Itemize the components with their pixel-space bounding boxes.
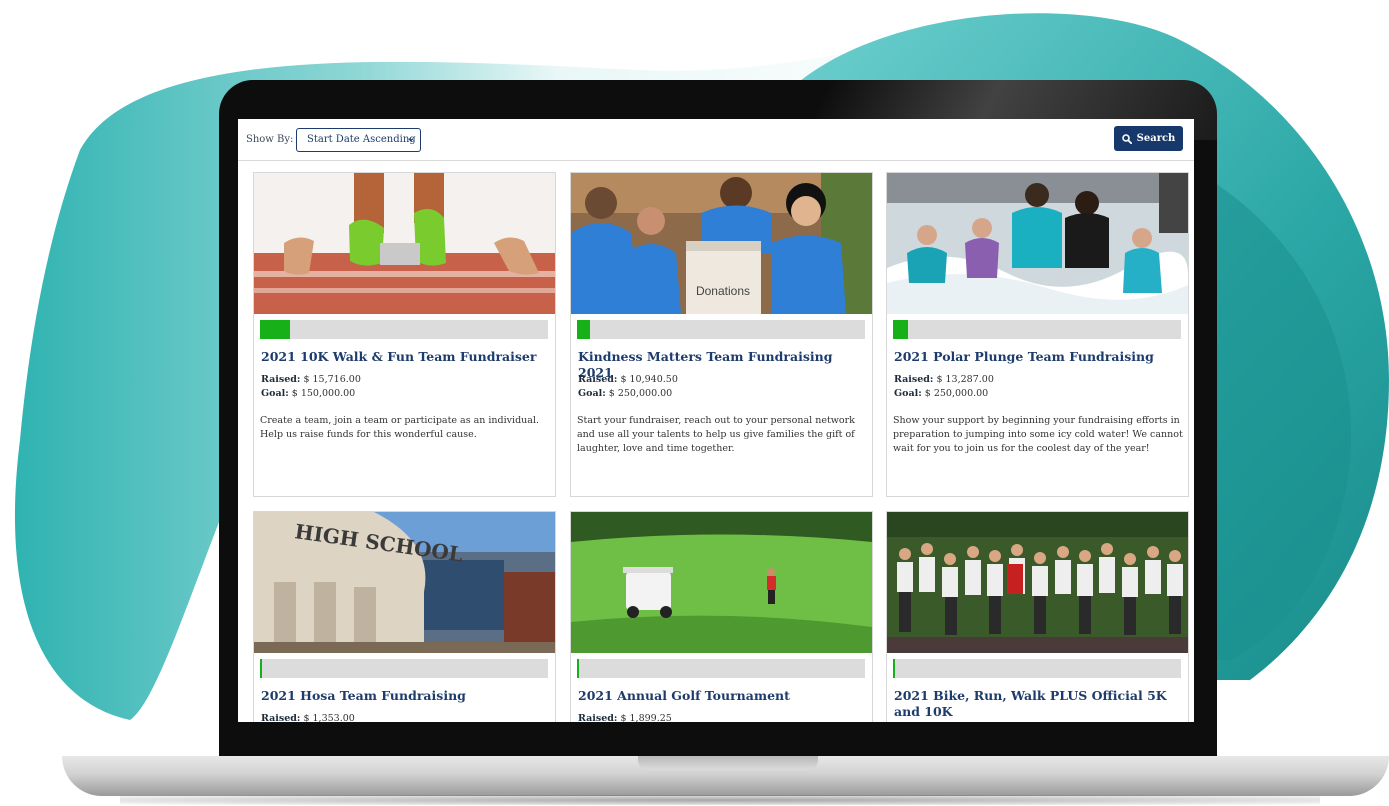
goal-value: $ 250,000.00 (608, 388, 673, 399)
raised-label: Raised: (261, 713, 301, 722)
laptop-shadow (120, 795, 1320, 805)
search-button-label: Search (1136, 133, 1176, 144)
donations-box-text: Donations (696, 284, 750, 298)
chevron-down-icon: ⌄ (406, 133, 415, 144)
campaign-card[interactable]: 2021 Annual Golf Tournament Raised: $ 1,… (570, 511, 873, 722)
raised-amount: Raised: $ 15,716.00 (261, 374, 361, 385)
progress-bar (893, 320, 1181, 339)
sort-select[interactable]: Start Date Ascending ⌄ (296, 128, 421, 152)
progress-fill (577, 659, 580, 678)
campaign-card[interactable]: 2021 Polar Plunge Team Fundraising Raise… (886, 172, 1189, 497)
campaign-card[interactable]: 2021 Bike, Run, Walk PLUS Official 5K an… (886, 511, 1189, 722)
raised-amount: Raised: $ 1,899.25 (578, 713, 672, 722)
raised-label: Raised: (578, 374, 618, 385)
raised-value: $ 1,353.00 (303, 713, 355, 722)
raised-label: Raised: (894, 374, 934, 385)
raised-value: $ 10,940.50 (620, 374, 678, 385)
polar-plunge-photo[interactable] (887, 173, 1188, 314)
campaign-card[interactable]: Donations Kindness Matters Team Fundrais… (570, 172, 873, 497)
raised-value: $ 13,287.00 (936, 374, 994, 385)
campaign-card[interactable]: 2021 10K Walk & Fun Team Fundraiser Rais… (253, 172, 556, 497)
raised-label: Raised: (261, 374, 301, 385)
toolbar: Show By: Start Date Ascending ⌄ Search (238, 119, 1194, 161)
raised-amount: Raised: $ 1,353.00 (261, 713, 355, 722)
progress-bar (260, 659, 548, 678)
raised-value: $ 15,716.00 (303, 374, 361, 385)
golf-course-photo[interactable] (571, 512, 872, 653)
campaign-title[interactable]: 2021 Hosa Team Fundraising (261, 688, 551, 704)
kids-donations-photo[interactable]: Donations (571, 173, 872, 314)
progress-bar (577, 659, 865, 678)
campaign-card[interactable]: HIGH SCHOOL 2021 Hosa Team Fundraising R… (253, 511, 556, 722)
raised-amount: Raised: $ 13,287.00 (894, 374, 994, 385)
search-button[interactable]: Search (1114, 126, 1183, 151)
goal-label: Goal: (894, 388, 922, 399)
raised-value: $ 1,899.25 (620, 713, 672, 722)
goal-label: Goal: (578, 388, 606, 399)
raised-amount: Raised: $ 10,940.50 (578, 374, 678, 385)
progress-bar (577, 320, 865, 339)
fun-run-photo[interactable] (887, 512, 1188, 653)
progress-fill (893, 659, 896, 678)
goal-amount: Goal: $ 150,000.00 (261, 388, 355, 399)
progress-bar (893, 659, 1181, 678)
campaign-title[interactable]: 2021 Annual Golf Tournament (578, 688, 868, 704)
progress-fill (260, 659, 263, 678)
raised-label: Raised: (578, 713, 618, 722)
goal-value: $ 250,000.00 (924, 388, 989, 399)
sort-select-value: Start Date Ascending (307, 134, 416, 145)
search-icon (1121, 133, 1132, 144)
high-school-photo[interactable]: HIGH SCHOOL (254, 512, 555, 653)
laptop-notch (638, 756, 818, 770)
show-by-label: Show By: (246, 134, 294, 145)
runner-photo[interactable] (254, 173, 555, 314)
campaign-description: Create a team, join a team or participat… (260, 415, 539, 440)
campaign-description: Show your support by beginning your fund… (893, 415, 1183, 454)
laptop-screen: Show By: Start Date Ascending ⌄ Search 2… (238, 119, 1194, 722)
goal-amount: Goal: $ 250,000.00 (578, 388, 672, 399)
campaign-title[interactable]: 2021 Bike, Run, Walk PLUS Official 5K an… (894, 688, 1184, 720)
goal-label: Goal: (261, 388, 289, 399)
goal-value: $ 150,000.00 (291, 388, 356, 399)
campaign-title[interactable]: 2021 10K Walk & Fun Team Fundraiser (261, 349, 551, 365)
progress-fill (577, 320, 590, 339)
progress-fill (893, 320, 909, 339)
campaign-description: Start your fundraiser, reach out to your… (577, 415, 855, 454)
progress-bar (260, 320, 548, 339)
campaign-title[interactable]: 2021 Polar Plunge Team Fundraising (894, 349, 1184, 365)
goal-amount: Goal: $ 250,000.00 (894, 388, 988, 399)
progress-fill (260, 320, 291, 339)
